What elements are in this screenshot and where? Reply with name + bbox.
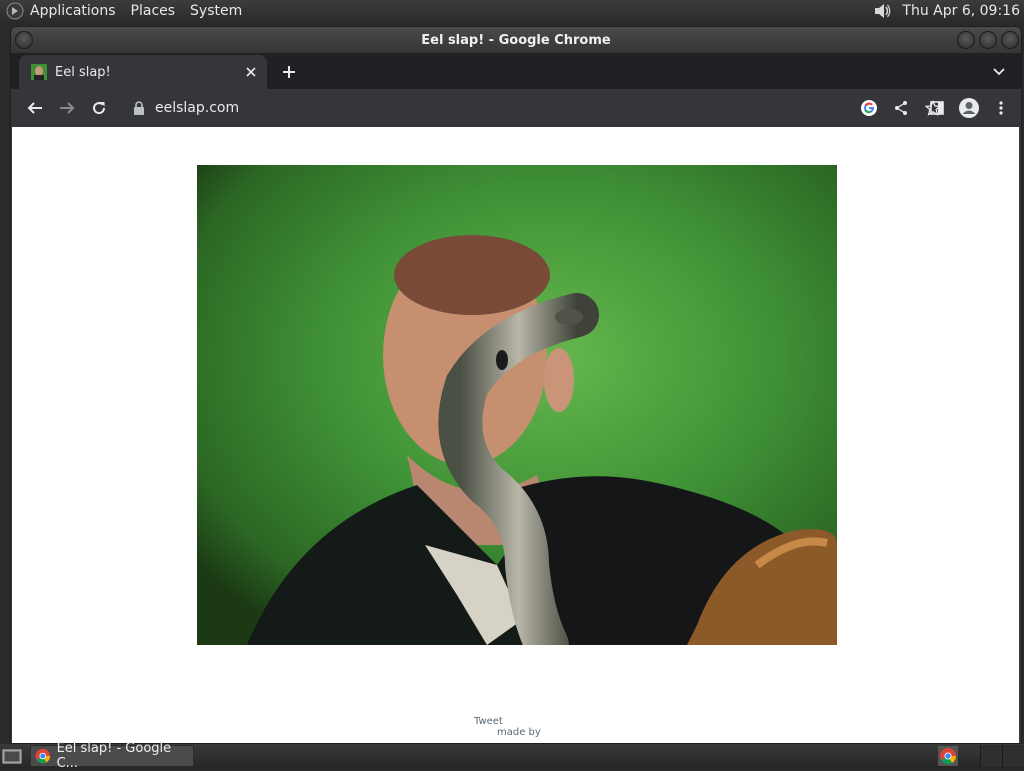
eel-slap-image[interactable]	[197, 165, 837, 645]
bottom-panel: Eel slap! - Google C...	[0, 741, 1024, 771]
page-viewport: Tweet made by	[12, 127, 1019, 743]
clock[interactable]: Thu Apr 6, 09:16	[902, 3, 1020, 19]
new-tab-button[interactable]	[275, 58, 303, 86]
share-icon	[895, 101, 907, 115]
workspace-switcher[interactable]	[980, 745, 1024, 767]
chrome-logo-icon	[35, 748, 51, 764]
tab-label: Eel slap!	[55, 64, 111, 80]
tab-eel-slap[interactable]: Eel slap!	[19, 55, 267, 89]
made-by-label: made by	[497, 727, 541, 738]
top-panel: Applications Places System Thu Apr 6, 09…	[0, 0, 1024, 22]
url-text[interactable]: eelslap.com	[155, 100, 239, 116]
tray-chrome-icon[interactable]	[938, 746, 958, 766]
chrome-menu-button[interactable]	[985, 92, 1017, 124]
browser-toolbar: eelslap.com	[11, 89, 1021, 127]
window-menu-button[interactable]	[15, 31, 33, 49]
share-button[interactable]	[885, 92, 917, 124]
tab-search-chevron-icon[interactable]	[991, 63, 1007, 79]
menu-system[interactable]: System	[190, 0, 242, 22]
close-window-button[interactable]	[1001, 31, 1019, 49]
maximize-button[interactable]	[979, 31, 997, 49]
address-bar[interactable]: eelslap.com	[121, 93, 851, 123]
profile-button[interactable]	[953, 92, 985, 124]
menu-applications[interactable]: Applications	[30, 0, 116, 22]
reload-button[interactable]	[83, 92, 115, 124]
gnome-foot-icon[interactable]	[6, 2, 24, 20]
close-tab-icon[interactable]	[243, 64, 259, 80]
window-titlebar[interactable]: Eel slap! - Google Chrome	[11, 27, 1021, 53]
google-g-icon	[861, 100, 877, 116]
profile-avatar-icon	[959, 98, 979, 118]
eel-slap-favicon-icon	[31, 64, 47, 80]
workspace-2[interactable]	[1002, 745, 1024, 767]
google-lens-button[interactable]	[853, 92, 885, 124]
workspace-1[interactable]	[980, 745, 1002, 767]
lock-icon[interactable]	[133, 101, 145, 115]
menu-places[interactable]: Places	[131, 0, 176, 22]
tab-strip: Eel slap!	[11, 53, 1021, 89]
window-title: Eel slap! - Google Chrome	[421, 32, 611, 48]
tweet-link[interactable]: Tweet	[474, 716, 503, 727]
eel-slap-photo[interactable]	[197, 165, 837, 645]
task-label: Eel slap! - Google C...	[56, 741, 172, 771]
show-desktop-icon[interactable]	[2, 747, 22, 765]
three-dots-menu-icon	[999, 101, 1003, 115]
side-panel-icon	[930, 101, 944, 115]
plus-icon	[283, 66, 295, 78]
volume-icon[interactable]	[872, 2, 892, 20]
back-button[interactable]	[19, 92, 51, 124]
forward-button[interactable]	[51, 92, 83, 124]
side-panel-button[interactable]	[921, 92, 953, 124]
forward-arrow-icon	[60, 102, 75, 114]
browser-window: Eel slap! - Google Chrome Eel slap! eels…	[10, 26, 1022, 744]
back-arrow-icon	[27, 102, 42, 114]
minimize-button[interactable]	[957, 31, 975, 49]
taskbar-chrome-task[interactable]: Eel slap! - Google C...	[30, 741, 194, 771]
reload-icon	[93, 102, 106, 115]
